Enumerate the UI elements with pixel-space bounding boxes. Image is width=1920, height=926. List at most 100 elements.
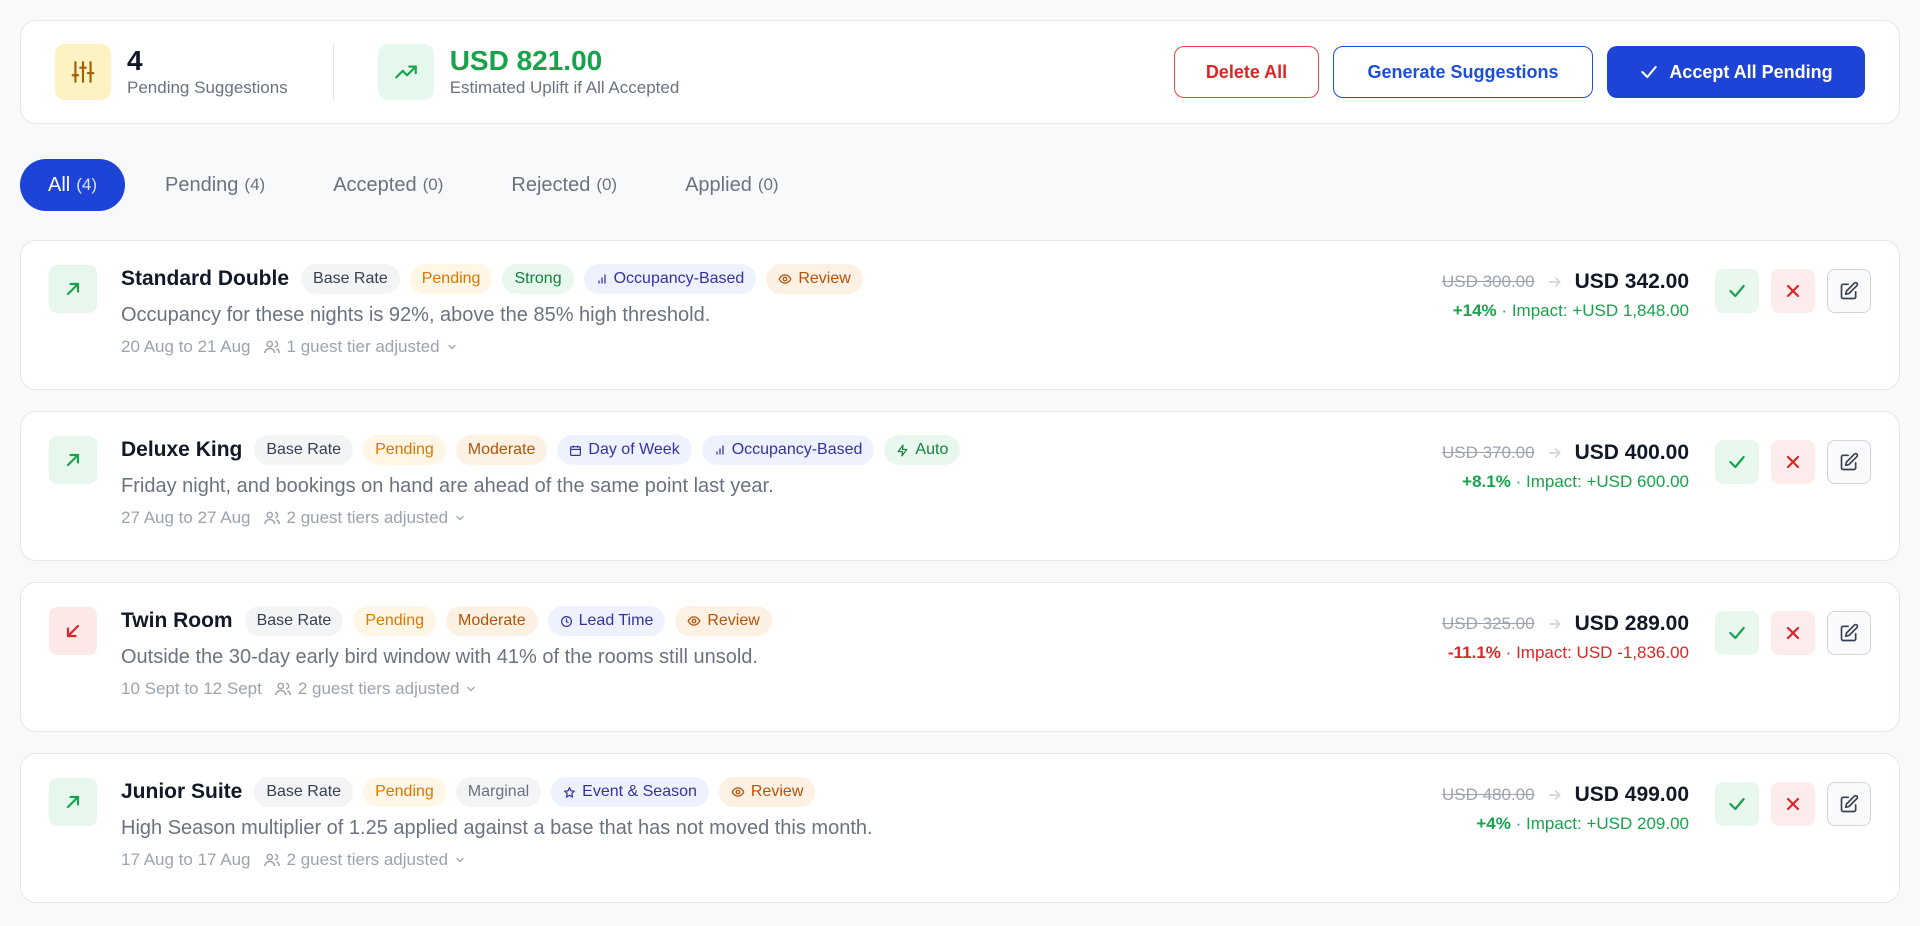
tag-label: Occupancy-Based — [731, 441, 863, 458]
tiers-label: 2 guest tiers adjusted — [286, 850, 449, 869]
accept-all-label: Accept All Pending — [1669, 61, 1833, 82]
tag-label: Auto — [915, 441, 949, 458]
chevron-down-icon — [467, 686, 476, 692]
room-name: Deluxe King — [121, 438, 243, 461]
tag-label: Day of Week — [588, 441, 680, 458]
suggestion-card: Junior Suite Base Rate Pending Marginal … — [20, 753, 1900, 903]
status-badge: Pending — [353, 606, 437, 636]
tab-label: Applied — [685, 173, 752, 196]
reject-button[interactable] — [1771, 611, 1815, 655]
pending-label: Pending Suggestions — [127, 78, 288, 97]
divider — [332, 44, 334, 100]
tab-rejected[interactable]: Rejected (0) — [483, 159, 645, 211]
status-tabs: All (4) Pending (4) Accepted (0) Rejecte… — [20, 159, 819, 211]
suggestion-reason: Outside the 30-day early bird window wit… — [121, 646, 758, 668]
tab-count: (0) — [757, 175, 779, 194]
close-icon — [1786, 797, 1800, 811]
tab-count: (0) — [596, 175, 618, 194]
close-icon — [1786, 284, 1800, 298]
tab-label: All — [48, 173, 71, 196]
guest-tiers-toggle[interactable]: 2 guest tiers adjusted — [274, 679, 484, 699]
change-percent: +8.1% — [1462, 472, 1511, 491]
bar-chart-icon — [716, 445, 724, 455]
accept-button[interactable] — [1715, 611, 1759, 655]
tab-all[interactable]: All (4) — [20, 159, 126, 211]
tiers-label: 1 guest tier adjusted — [286, 337, 440, 356]
separator: · — [1515, 472, 1522, 491]
change-percent: +14% — [1452, 301, 1497, 320]
edit-icon — [1840, 281, 1859, 300]
confidence-badge: Strong — [502, 264, 574, 294]
accept-button[interactable] — [1715, 782, 1759, 826]
old-price: USD 370.00 — [1441, 443, 1535, 462]
tag-label: Review — [798, 270, 851, 287]
status-badge: Pending — [363, 435, 446, 465]
check-icon — [1641, 65, 1658, 79]
review-tag: Review — [766, 264, 863, 294]
status-badge: Pending — [409, 264, 493, 294]
confidence-badge: Moderate — [455, 435, 548, 465]
generate-suggestions-button[interactable]: Generate Suggestions — [1333, 46, 1593, 98]
old-price: USD 480.00 — [1441, 785, 1535, 804]
rate-type-tag: Base Rate — [301, 264, 400, 294]
accept-button[interactable] — [1715, 440, 1759, 484]
chevron-down-icon — [456, 857, 464, 863]
pending-count: 4 — [127, 45, 143, 76]
new-price: USD 499.00 — [1574, 783, 1689, 806]
guest-tiers-toggle[interactable]: 2 guest tiers adjusted — [263, 508, 473, 528]
room-name: Standard Double — [121, 267, 290, 290]
users-icon — [263, 340, 280, 354]
delete-all-button[interactable]: Delete All — [1174, 46, 1319, 98]
strategy-tag: Lead Time — [547, 606, 666, 636]
arrow-up-right-icon — [49, 436, 97, 484]
separator: · — [1505, 643, 1512, 662]
uplift-value: USD 821.00 — [449, 45, 603, 76]
tag-label: Lead Time — [578, 612, 654, 629]
check-icon — [1729, 284, 1745, 298]
guest-tiers-toggle[interactable]: 1 guest tier adjusted — [263, 337, 464, 357]
arrow-up-right-icon — [49, 778, 97, 826]
accept-button[interactable] — [1715, 269, 1759, 313]
tab-count: (0) — [422, 175, 444, 194]
edit-button[interactable] — [1827, 269, 1871, 313]
strategy-tag: Occupancy-Based — [583, 264, 757, 294]
suggestion-reason: Occupancy for these nights is 92%, above… — [121, 304, 711, 326]
tab-label: Accepted — [333, 173, 417, 196]
edit-button[interactable] — [1827, 611, 1871, 655]
check-icon — [1729, 797, 1745, 811]
rate-type-tag: Base Rate — [254, 435, 354, 465]
star-icon — [564, 786, 576, 798]
arrow-right-icon — [1548, 619, 1561, 629]
status-badge: Pending — [363, 777, 446, 807]
tab-pending[interactable]: Pending (4) — [137, 159, 293, 211]
reject-button[interactable] — [1771, 440, 1815, 484]
users-icon — [263, 511, 280, 525]
guest-tiers-toggle[interactable]: 2 guest tiers adjusted — [263, 850, 473, 870]
date-range: 10 Sept to 12 Sept — [121, 679, 262, 698]
arrow-right-icon — [1548, 448, 1561, 458]
check-icon — [1729, 455, 1745, 469]
confidence-badge: Marginal — [455, 777, 542, 807]
tag-label: Occupancy-Based — [613, 270, 745, 287]
tab-accepted[interactable]: Accepted (0) — [305, 159, 471, 211]
edit-button[interactable] — [1827, 782, 1871, 826]
reject-button[interactable] — [1771, 269, 1815, 313]
tab-label: Pending — [165, 173, 239, 196]
room-name: Twin Room — [121, 609, 233, 632]
tiers-label: 2 guest tiers adjusted — [297, 679, 460, 698]
arrow-down-left-icon — [49, 607, 97, 655]
tag-label: Review — [707, 612, 760, 629]
edit-button[interactable] — [1827, 440, 1871, 484]
eye-icon — [687, 616, 701, 626]
reject-button[interactable] — [1771, 782, 1815, 826]
eye-icon — [731, 787, 745, 797]
impact-value: Impact: +USD 1,848.00 — [1511, 301, 1689, 320]
strategy-tag: Occupancy-Based — [701, 435, 875, 465]
suggestion-reason: High Season multiplier of 1.25 applied a… — [121, 817, 873, 839]
close-icon — [1786, 626, 1800, 640]
tag-label: Review — [750, 783, 804, 800]
chevron-down-icon — [456, 515, 464, 521]
date-range: 17 Aug to 17 Aug — [121, 850, 251, 869]
tab-applied[interactable]: Applied (0) — [657, 159, 807, 211]
accept-all-pending-button[interactable]: Accept All Pending — [1607, 46, 1865, 98]
